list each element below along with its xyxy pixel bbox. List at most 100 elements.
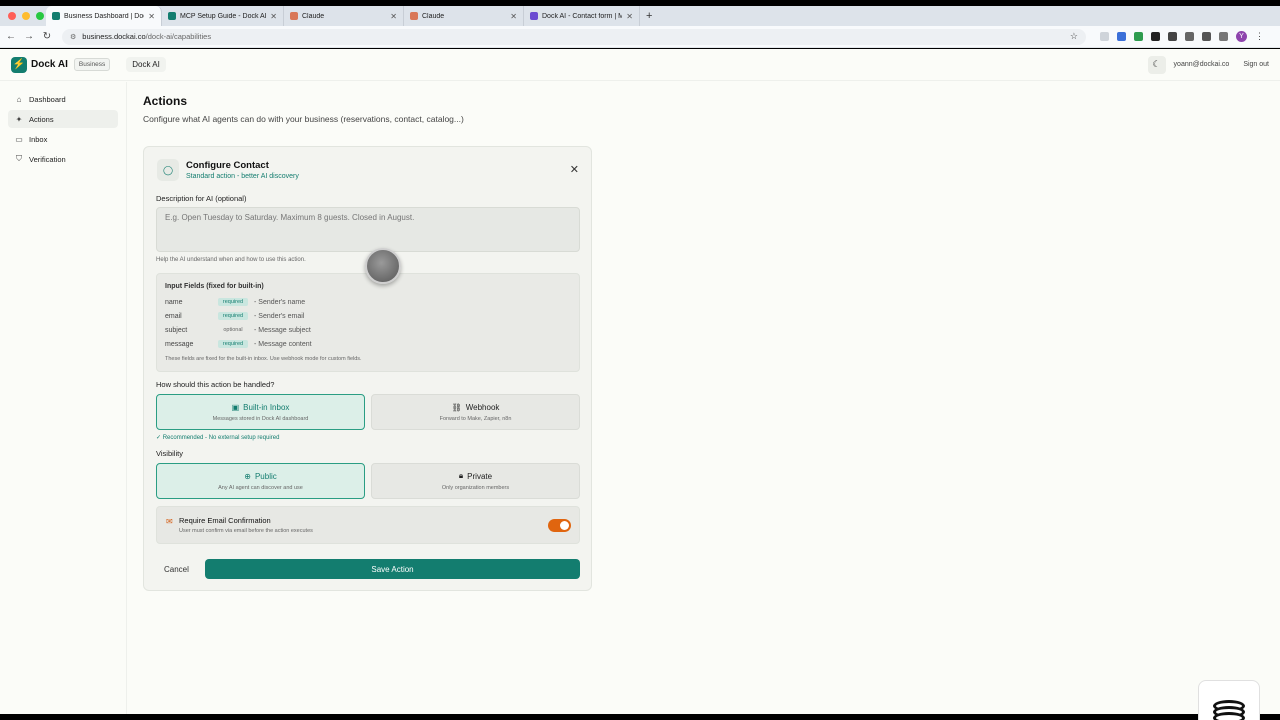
tab-favicon-icon [530,12,538,20]
address-bar-row: ← → ↻ ⚙ business.dockai.co/dock-ai/capab… [0,26,1280,48]
shield-icon: ⛉ [16,154,22,163]
tab-favicon-icon [290,12,298,20]
tab-title: Claude [302,12,325,20]
bookmark-star-icon[interactable]: ☆ [1070,31,1078,42]
description-textarea[interactable] [156,207,580,252]
built-in-inbox-option[interactable]: ▣ Built-in Inbox Messages stored in Dock … [156,394,365,430]
close-tab-icon[interactable]: ✕ [626,12,633,21]
inbox-icon: ▣ [231,402,240,412]
browser-tab[interactable]: Claude ✕ [284,6,404,26]
cancel-button[interactable]: Cancel [164,565,189,574]
edit-icon[interactable] [1219,32,1228,41]
stack-logo-icon [1213,700,1245,720]
field-description: - Sender's name [254,298,306,306]
more-menu-icon[interactable]: ⋮ [1255,31,1264,42]
public-visibility-option[interactable]: ⊕ Public Any AI agent can discover and us… [156,463,365,499]
option-description: Only organization members [441,485,510,491]
option-description: Any AI agent can discover and use [218,484,303,491]
reload-icon[interactable]: ↻ [38,31,56,42]
field-name: message [165,340,194,348]
fields-title: Input Fields (fixed for built-in) [165,283,264,290]
tab-title: Business Dashboard | Dock AI [64,12,144,20]
floating-support-button[interactable] [1198,680,1260,720]
browser-tab[interactable]: Claude ✕ [404,6,524,26]
sidebar-item-verification[interactable]: ⛉ Verification [8,150,118,168]
maximize-window-button[interactable] [36,12,44,20]
page-title: Actions [143,94,188,108]
close-tab-icon[interactable]: ✕ [148,12,155,21]
url-field[interactable]: ⚙ business.dockai.co/dock-ai/capabilitie… [62,28,1086,45]
email-confirmation-toggle[interactable] [548,519,571,532]
email-confirmation-description: User must confirm via email before the a… [179,528,313,534]
description-label: Description for AI (optional) [156,194,247,203]
forward-arrow-icon[interactable]: → [20,31,38,42]
tab-title: Claude [422,12,445,20]
option-description: Forward to Make, Zapier, n8n [439,415,512,422]
option-title: Built-in Inbox [243,402,290,412]
browser-tab[interactable]: MCP Setup Guide - Dock AI ✕ [162,6,284,26]
site-info-icon[interactable]: ⚙ [70,33,76,41]
user-email: yoann@dockai.co [1173,61,1230,68]
webhook-option[interactable]: ⛓ Webhook Forward to Make, Zapier, n8n [371,394,580,430]
sidebar-item-actions[interactable]: ✦ Actions [8,110,118,128]
option-title: Private [467,471,493,481]
dark-mode-toggle-icon[interactable]: ☾ [1147,55,1166,74]
tab-favicon-icon [410,12,418,20]
required-badge: required [218,298,248,306]
close-window-button[interactable] [8,12,16,20]
required-badge: required [218,340,248,348]
extension-icon[interactable] [1117,32,1126,41]
extension-icon[interactable] [1151,32,1160,41]
field-description: - Sender's email [254,312,305,320]
field-row: message required - Message content [165,340,312,348]
sign-out-link[interactable]: Sign out [1243,61,1269,68]
profile-avatar[interactable]: Y [1236,31,1247,42]
link-icon: ⛓ [451,402,462,412]
save-action-button[interactable]: Save Action [205,559,580,579]
close-tab-icon[interactable]: ✕ [390,12,397,21]
puzzle-icon[interactable] [1185,32,1194,41]
browser-tab[interactable]: Dock AI - Contact form | Mon ✕ [524,6,640,26]
app-header: ⚡ Dock AI Business Dock AI ☾ yoann@docka… [0,49,1280,81]
sidebar-item-inbox[interactable]: ▭ Inbox [8,130,118,148]
private-visibility-option[interactable]: 🔒︎ Private Only organization members [371,463,580,499]
mail-icon: ✉ [166,517,173,526]
description-hint: Help the AI understand when and how to u… [156,257,306,263]
extension-icon[interactable] [1100,32,1109,41]
page-subtitle: Configure what AI agents can do with you… [143,114,464,124]
app-window: ⚡ Dock AI Business Dock AI ☾ yoann@docka… [0,49,1280,720]
chat-bubble-icon: ◯ [157,159,179,181]
email-confirmation-row: ✉ Require Email Confirmation User must c… [156,506,580,544]
main-content: Actions Configure what AI agents can do … [143,94,464,124]
close-icon[interactable]: ✕ [570,163,579,176]
new-tab-button[interactable]: + [640,10,652,22]
tab-favicon-icon [168,12,176,20]
close-tab-icon[interactable]: ✕ [510,12,517,21]
extension-icon[interactable] [1168,32,1177,41]
dock-logo-icon[interactable]: ⚡ [11,56,27,73]
globe-icon: ⊕ [244,471,251,481]
sidebar-item-label: Verification [29,154,66,164]
field-description: - Message content [254,340,312,348]
minimize-window-button[interactable] [22,12,30,20]
close-tab-icon[interactable]: ✕ [270,12,277,21]
inbox-icon: ▭ [15,134,23,144]
browser-tab[interactable]: Business Dashboard | Dock AI ✕ [46,6,162,26]
optional-badge: optional [223,327,243,333]
cursor-indicator [365,248,401,284]
field-row: email required - Sender's email [165,312,304,320]
option-description: Messages stored in Dock AI dashboard [212,415,309,422]
workspace-selector[interactable]: Dock AI [126,57,166,72]
visibility-label: Visibility [156,449,183,458]
sidebar-item-label: Actions [29,114,54,124]
sparkle-icon: ✦ [15,114,23,124]
download-icon[interactable] [1202,32,1211,41]
option-title: Public [254,471,277,481]
brand-name[interactable]: Dock AI [31,59,68,70]
sidebar-item-dashboard[interactable]: ⌂ Dashboard [8,90,118,108]
field-name: subject [165,326,188,334]
sidebar-item-label: Dashboard [29,94,66,104]
back-arrow-icon[interactable]: ← [2,31,20,42]
extension-icon[interactable] [1134,32,1143,41]
required-badge: required [218,312,248,320]
